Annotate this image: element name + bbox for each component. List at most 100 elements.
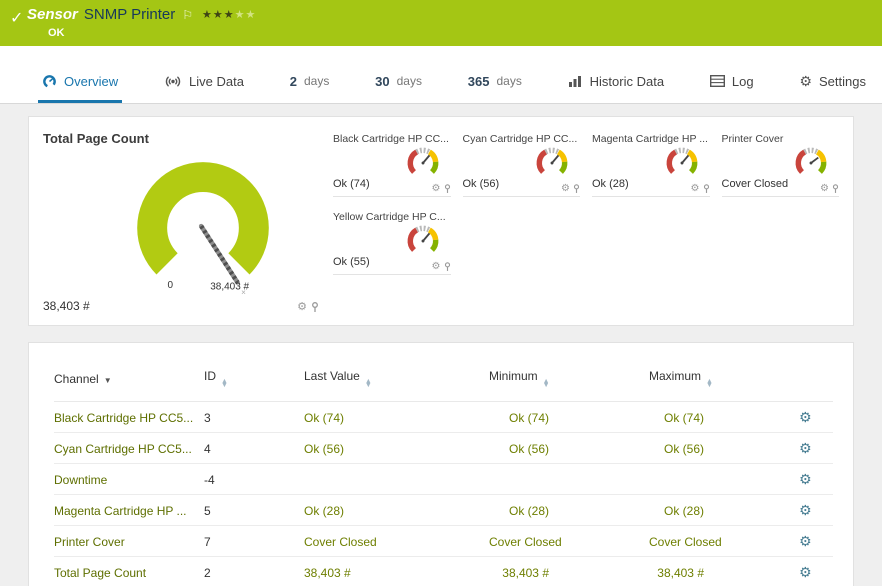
page-title: SNMP Printer xyxy=(84,6,175,23)
tab-number: 30 xyxy=(375,74,389,89)
tab-label: days xyxy=(496,74,521,88)
column-label: Last Value xyxy=(304,369,360,383)
tab-bar: Overview Live Data 2 days 30 days 365 da… xyxy=(0,62,882,104)
channel-settings-icon[interactable]: ⚙ xyxy=(799,409,812,425)
log-list-icon xyxy=(710,75,725,87)
tab-settings[interactable]: ⚙ Settings xyxy=(795,62,870,103)
gauge-segment-yellow xyxy=(429,152,435,162)
channel-link[interactable]: Cyan Cartridge HP CC5... xyxy=(54,433,204,464)
channel-link[interactable]: Magenta Cartridge HP ... xyxy=(54,495,204,526)
mini-gauge-card: Cyan Cartridge HP CC... Ok (56) ⚙ xyxy=(463,133,581,197)
tab-label: Live Data xyxy=(189,74,244,89)
tab-label: Historic Data xyxy=(590,74,664,89)
pin-icon[interactable] xyxy=(832,184,839,194)
tab-label: Overview xyxy=(64,74,118,89)
overview-gauge-icon xyxy=(42,74,57,89)
gauge-settings-icon[interactable]: ⚙ xyxy=(691,184,700,194)
mini-gauge-value: Ok (55) xyxy=(333,256,370,268)
mini-gauge-value: Ok (74) xyxy=(333,178,370,190)
table-row: Printer Cover 7 Cover Closed Cover Close… xyxy=(54,526,833,557)
tab-2-days[interactable]: 2 days xyxy=(286,62,334,103)
stars-filled: ★★★ xyxy=(202,9,235,21)
channels-table: Channel▼ ID▲▼ Last Value ▲▼ Minimum ▲▼ Max… xyxy=(54,369,833,586)
channel-id: 4 xyxy=(204,433,304,464)
tab-number: 2 xyxy=(290,74,297,89)
channel-settings-icon[interactable]: ⚙ xyxy=(799,471,812,487)
mini-gauge-card: Black Cartridge HP CC... Ok (74) ⚙ xyxy=(333,133,451,197)
pin-icon[interactable] xyxy=(573,184,580,194)
table-row: Magenta Cartridge HP ... 5 Ok (28) Ok (2… xyxy=(54,495,833,526)
channel-id: 2 xyxy=(204,557,304,586)
channel-minimum: 38,403 # xyxy=(489,557,649,586)
sort-desc-icon: ▼ xyxy=(104,376,112,385)
mini-gauge xyxy=(662,143,702,183)
table-row: Total Page Count 2 38,403 # 38,403 # 38,… xyxy=(54,557,833,586)
column-label: ID xyxy=(204,369,216,383)
tab-live-data[interactable]: Live Data xyxy=(160,62,248,103)
total-page-count-gauge-block: Total Page Count × 0 38,403 # 38,403 # ⚙ xyxy=(41,127,323,315)
tab-historic-data[interactable]: Historic Data xyxy=(564,62,668,103)
sort-icon: ▲▼ xyxy=(365,380,372,388)
channel-settings-icon[interactable]: ⚙ xyxy=(799,564,812,580)
tab-overview[interactable]: Overview xyxy=(38,62,122,103)
channel-link[interactable]: Printer Cover xyxy=(54,526,204,557)
channel-link[interactable]: Black Cartridge HP CC5... xyxy=(54,402,204,433)
gauge-segment-none xyxy=(416,150,429,152)
object-kind-label: Sensor xyxy=(27,6,78,23)
channel-last-value: 38,403 # xyxy=(304,557,489,586)
mini-gauge xyxy=(403,221,443,261)
tab-30-days[interactable]: 30 days xyxy=(371,62,426,103)
column-header-maximum[interactable]: Maximum▲▼ xyxy=(649,369,799,402)
column-header-channel[interactable]: Channel▼ xyxy=(54,369,204,402)
channel-maximum: Cover Closed xyxy=(649,526,799,557)
live-data-icon xyxy=(164,75,182,88)
pin-icon[interactable] xyxy=(703,184,710,194)
channel-id: 5 xyxy=(204,495,304,526)
priority-stars[interactable]: ★★★★★ xyxy=(202,8,256,21)
channel-minimum: Ok (56) xyxy=(489,433,649,464)
gauge-settings-icon[interactable]: ⚙ xyxy=(820,184,829,194)
channel-id: -4 xyxy=(204,464,304,495)
tab-label: days xyxy=(304,74,329,88)
gauge-segment-green xyxy=(432,162,436,172)
channel-last-value: Ok (74) xyxy=(304,402,489,433)
channel-last-value: Cover Closed xyxy=(304,526,489,557)
channel-last-value: Ok (56) xyxy=(304,433,489,464)
gauge-settings-icon[interactable]: ⚙ xyxy=(297,302,307,313)
priority-flag-icon[interactable]: ⚐ xyxy=(182,8,193,22)
table-header-row: Channel▼ ID▲▼ Last Value ▲▼ Minimum ▲▼ Max… xyxy=(54,369,833,402)
mini-gauge xyxy=(791,143,831,183)
sort-icon: ▲▼ xyxy=(543,380,550,388)
channel-minimum: Ok (74) xyxy=(489,402,649,433)
channel-minimum: Cover Closed xyxy=(489,526,649,557)
tab-number: 365 xyxy=(468,74,490,89)
channel-last-value: Ok (28) xyxy=(304,495,489,526)
pin-icon[interactable] xyxy=(444,262,451,272)
channel-link[interactable]: Downtime xyxy=(54,464,204,495)
column-label: Minimum xyxy=(489,369,538,383)
gauge-settings-icon[interactable]: ⚙ xyxy=(561,184,570,194)
settings-gear-icon: ⚙ xyxy=(799,74,812,88)
channel-settings-icon[interactable]: ⚙ xyxy=(799,533,812,549)
column-header-last-value[interactable]: Last Value ▲▼ xyxy=(304,369,489,402)
tab-365-days[interactable]: 365 days xyxy=(464,62,526,103)
tab-log[interactable]: Log xyxy=(706,62,758,103)
channel-maximum: Ok (74) xyxy=(649,402,799,433)
channel-minimum: Ok (28) xyxy=(489,495,649,526)
channel-settings-icon[interactable]: ⚙ xyxy=(799,502,812,518)
stars-empty: ★★ xyxy=(235,9,257,21)
column-header-actions xyxy=(799,369,833,402)
channel-settings-icon[interactable]: ⚙ xyxy=(799,440,812,456)
column-header-id[interactable]: ID▲▼ xyxy=(204,369,304,402)
gauges-panel: Total Page Count × 0 38,403 # 38,403 # ⚙ xyxy=(28,116,854,326)
channel-link[interactable]: Total Page Count xyxy=(54,557,204,586)
gauge-settings-icon[interactable]: ⚙ xyxy=(432,262,441,272)
channel-id: 3 xyxy=(204,402,304,433)
pin-icon[interactable] xyxy=(444,184,451,194)
gauge-footer: 38,403 # ⚙ xyxy=(43,299,319,313)
column-header-minimum[interactable]: Minimum ▲▼ xyxy=(489,369,649,402)
gauge-scale-min: 0 xyxy=(168,280,174,291)
gauge-settings-icon[interactable]: ⚙ xyxy=(432,184,441,194)
pin-icon[interactable] xyxy=(311,302,319,313)
tab-label: days xyxy=(397,74,422,88)
